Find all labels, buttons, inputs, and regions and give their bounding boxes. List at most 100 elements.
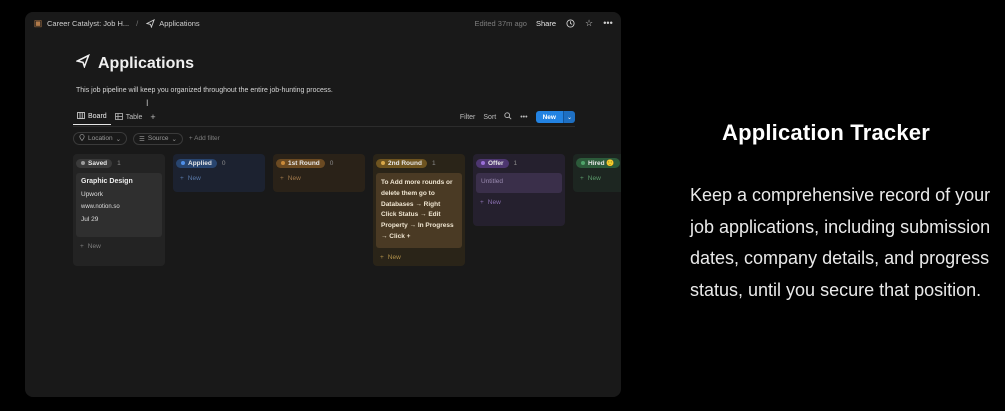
filter-button[interactable]: Filter	[460, 114, 476, 121]
new-button[interactable]: New ⌄	[535, 111, 575, 123]
breadcrumb-workspace[interactable]: Career Catalyst: Job H...	[47, 19, 129, 28]
more-icon[interactable]: •••	[520, 114, 527, 121]
new-card-button[interactable]: + New	[476, 197, 562, 208]
card-date: Jul 29	[81, 216, 99, 223]
status-label: 1st Round	[288, 159, 320, 167]
status-badge[interactable]: 1st Round	[276, 158, 325, 168]
text-cursor-icon: I	[146, 98, 149, 108]
paper-plane-icon	[75, 53, 91, 73]
tab-table[interactable]: Table	[111, 109, 147, 125]
new-card-label: New	[287, 175, 301, 182]
share-button[interactable]: Share	[536, 19, 556, 28]
clock-icon[interactable]	[565, 18, 575, 28]
status-badge[interactable]: Offer	[476, 158, 509, 168]
board-icon	[77, 112, 85, 121]
column-count: 1	[117, 159, 121, 167]
column-header: Applied 0	[176, 157, 262, 169]
list-icon: ☰	[139, 135, 145, 143]
paper-plane-icon	[145, 18, 155, 28]
app-window: ▣ Career Catalyst: Job H... / Applicatio…	[25, 12, 621, 397]
column-first-round: 1st Round 0 + New	[273, 154, 365, 192]
table-icon	[114, 112, 123, 122]
tab-board[interactable]: Board	[73, 109, 111, 125]
column-count: 0	[221, 159, 226, 167]
column-applied: Applied 0 + New	[173, 154, 265, 192]
page-title: Applications	[75, 53, 195, 73]
plus-icon: +	[180, 175, 184, 182]
column-offer: Offer 1 Untitled + New	[473, 154, 565, 226]
new-card-label: New	[487, 199, 501, 206]
page-description: This job pipeline will keep you organize…	[76, 87, 333, 94]
edited-timestamp: Edited 37m ago	[474, 18, 527, 28]
divider	[73, 126, 575, 127]
job-card[interactable]: Graphic Design Upwork www.notion.so Jul …	[76, 173, 162, 237]
status-label: 2nd Round	[388, 159, 422, 167]
location-pin-icon	[79, 134, 85, 143]
instruction-card[interactable]: To Add more rounds or delete them go to …	[376, 173, 462, 248]
kanban-board: Saved 1 Graphic Design Upwork www.notion…	[73, 154, 621, 266]
new-card-button[interactable]: + New	[576, 173, 621, 184]
card-title: Untitled	[481, 178, 504, 185]
new-card-label: New	[387, 253, 401, 261]
status-label: Offer	[488, 159, 504, 167]
offer-card[interactable]: Untitled	[476, 173, 562, 193]
status-dot	[181, 161, 185, 165]
new-card-label: New	[87, 243, 101, 250]
new-card-button[interactable]: + New	[176, 173, 262, 184]
status-badge[interactable]: 2nd Round	[376, 158, 427, 168]
status-dot	[481, 161, 485, 165]
chevron-down-icon[interactable]: ⌄	[562, 111, 575, 123]
status-label: Saved	[88, 159, 108, 167]
status-label: Applied	[188, 159, 212, 167]
marketing-body: Keep a comprehensive record of your job …	[690, 185, 991, 300]
breadcrumb-page[interactable]: Applications	[159, 19, 199, 28]
tab-table-label: Table	[125, 113, 143, 121]
new-button-label[interactable]: New	[535, 111, 563, 123]
sort-button[interactable]: Sort	[483, 114, 496, 121]
status-badge[interactable]: Hired 🙂	[576, 158, 620, 168]
filter-source[interactable]: ☰ Source ⌄	[133, 132, 183, 145]
workspace-icon: ▣	[33, 17, 43, 28]
add-filter-button[interactable]: + Add filter	[189, 135, 220, 142]
status-badge[interactable]: Saved	[76, 158, 113, 168]
add-view-button[interactable]: +	[146, 112, 159, 122]
filter-bar: Location ⌄ ☰ Source ⌄ + Add filter	[73, 132, 220, 145]
plus-icon: +	[580, 175, 584, 182]
filter-location[interactable]: Location ⌄	[73, 132, 128, 145]
tab-board-label: Board	[88, 113, 107, 120]
chevron-down-icon: ⌄	[171, 135, 177, 143]
new-card-button[interactable]: + New	[76, 241, 162, 252]
plus-icon: +	[80, 243, 84, 250]
plus-icon: +	[380, 253, 384, 261]
new-card-label: New	[187, 175, 201, 182]
column-hired: Hired 🙂 0 + New	[573, 154, 621, 192]
new-card-label: New	[587, 175, 601, 182]
top-bar: ▣ Career Catalyst: Job H... / Applicatio…	[25, 12, 621, 34]
status-label: Hired 🙂	[588, 160, 615, 167]
more-icon[interactable]: •••	[603, 18, 613, 28]
column-header: Offer 1	[476, 157, 562, 169]
column-count: 1	[431, 159, 436, 167]
column-header: Saved 1	[76, 157, 162, 169]
view-bar: Board Table + Filter Sort ••• New ⌄	[73, 109, 575, 125]
breadcrumb: ▣ Career Catalyst: Job H... / Applicatio…	[33, 18, 200, 28]
plus-icon: +	[480, 199, 484, 206]
column-count: 0	[329, 159, 334, 167]
column-count: 1	[513, 159, 518, 167]
new-card-button[interactable]: + New	[376, 252, 462, 263]
page-title-text: Applications	[98, 54, 195, 72]
column-header: 2nd Round 1	[376, 157, 462, 169]
card-url[interactable]: www.notion.so	[81, 204, 157, 210]
star-icon[interactable]: ☆	[584, 18, 594, 28]
status-dot	[81, 161, 85, 165]
status-badge[interactable]: Applied	[176, 158, 217, 168]
search-icon[interactable]	[504, 112, 512, 122]
status-dot	[581, 161, 585, 165]
new-card-button[interactable]: + New	[276, 173, 362, 184]
column-saved: Saved 1 Graphic Design Upwork www.notion…	[73, 154, 165, 266]
card-text: To Add more rounds or delete them go to …	[381, 179, 454, 240]
filter-source-label: Source	[147, 135, 169, 142]
chevron-down-icon: ⌄	[115, 135, 122, 143]
column-header: Hired 🙂 0	[576, 157, 621, 169]
plus-icon: +	[280, 175, 284, 182]
